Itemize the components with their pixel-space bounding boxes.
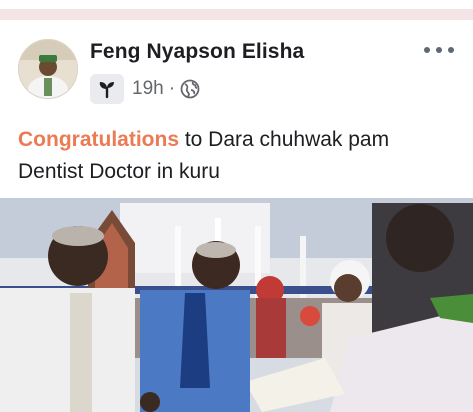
- post-photo[interactable]: [0, 198, 473, 412]
- post-text: Congratulations to Dara chuhwak pam Dent…: [18, 124, 458, 188]
- post-header: Feng Nyapson Elisha 19h ·: [0, 22, 473, 110]
- author-name[interactable]: Feng Nyapson Elisha: [90, 40, 304, 64]
- meta-separator: ·: [168, 78, 176, 99]
- globe-icon: [180, 79, 200, 99]
- post-meta: 19h ·: [90, 74, 200, 104]
- more-options-icon[interactable]: [424, 42, 454, 58]
- post-text-highlight[interactable]: Congratulations: [18, 128, 179, 151]
- post-time[interactable]: 19h: [132, 78, 164, 100]
- sprout-icon[interactable]: [90, 74, 124, 104]
- author-avatar[interactable]: [18, 39, 78, 99]
- previous-post-edge: [0, 0, 473, 22]
